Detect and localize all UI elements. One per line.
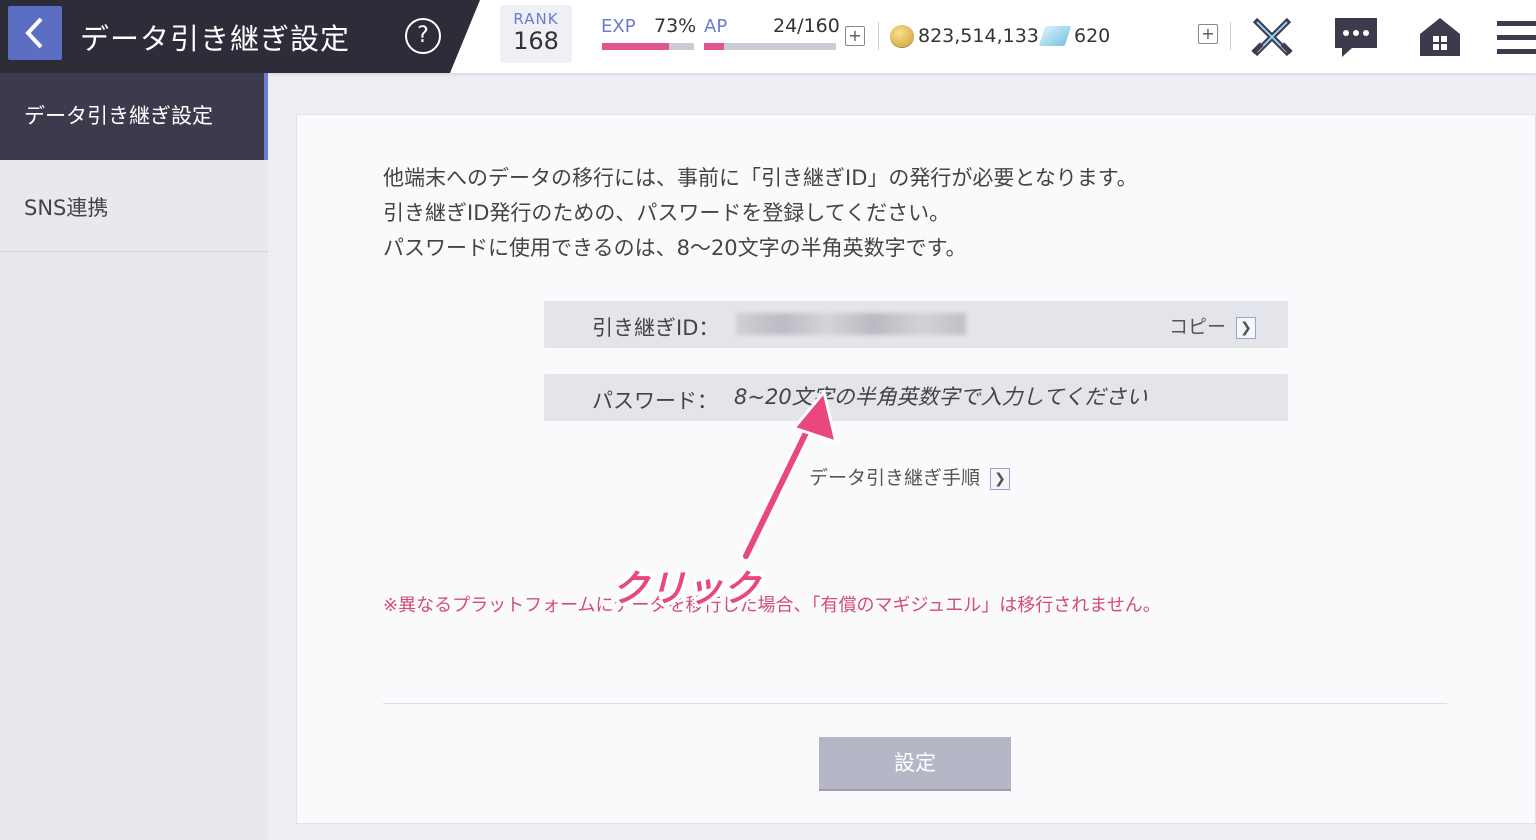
ap-label: AP	[704, 16, 728, 37]
page-title: データ引き継ぎ設定	[80, 22, 351, 56]
home-icon	[1420, 18, 1460, 56]
gem-count: 620	[1074, 25, 1111, 47]
gem-icon	[1038, 26, 1072, 46]
chevron-right-icon: ❯	[990, 467, 1011, 490]
divider	[383, 703, 1447, 704]
exp-bar-fill	[602, 43, 670, 50]
transfer-id-value-blurred	[736, 313, 966, 335]
chat-button[interactable]	[1331, 12, 1381, 62]
intro-line: 引き継ぎID発行のための、パスワードを登録してください。	[383, 201, 951, 225]
coin-icon	[890, 25, 914, 47]
help-button[interactable]: ?	[405, 18, 441, 54]
help-icon: ?	[417, 23, 429, 48]
transfer-id-label: 引き継ぎID：	[592, 316, 720, 340]
sidebar-item-data-transfer[interactable]: データ引き継ぎ設定	[0, 73, 268, 160]
transfer-id-row: 引き継ぎID： コピー ❯	[544, 301, 1288, 348]
submit-button[interactable]: 設定	[819, 737, 1011, 789]
chevron-right-icon: ❯	[1236, 316, 1256, 339]
exp-label: EXP	[601, 16, 636, 37]
coin-count: 823,514,133	[918, 25, 1039, 47]
intro-line: 他端末へのデータの移行には、事前に「引き継ぎID」の発行が必要となります。	[383, 166, 1138, 190]
intro-text: 他端末へのデータの移行には、事前に「引き継ぎID」の発行が必要となります。 引き…	[383, 161, 1138, 266]
back-icon	[25, 17, 43, 49]
divider	[1230, 22, 1231, 50]
sidebar-item-sns-link[interactable]: SNS連携	[0, 165, 268, 252]
ap-add-button[interactable]: +	[845, 26, 865, 46]
sidebar: データ引き継ぎ設定 SNS連携	[0, 73, 268, 840]
ap-bar	[704, 43, 836, 50]
annotation-arrow	[740, 388, 839, 562]
menu-button[interactable]	[1490, 12, 1536, 62]
rank-value: 168	[513, 27, 559, 55]
annotation-click-label: クリック	[612, 567, 760, 610]
main-panel: 他端末へのデータの移行には、事前に「引き継ぎID」の発行が必要となります。 引き…	[296, 114, 1536, 824]
ap-value: 24/160	[773, 15, 840, 37]
intro-line: パスワードに使用できるのは、8〜20文字の半角英数字です。	[383, 236, 967, 260]
back-button[interactable]	[8, 6, 62, 60]
exp-bar	[602, 43, 694, 50]
chat-icon	[1335, 18, 1377, 57]
password-row: パスワード：	[544, 374, 1288, 421]
copy-button[interactable]: コピー ❯	[1169, 312, 1256, 339]
home-button[interactable]	[1415, 12, 1465, 62]
warning-note: ※異なるプラットフォームにデータを移行した場合、「有償のマギジュエル」は移行され…	[383, 595, 1161, 616]
copy-label: コピー	[1168, 316, 1226, 338]
rank-label: RANK	[513, 10, 559, 28]
rank-badge: RANK 168	[500, 5, 572, 63]
top-bar: データ引き継ぎ設定 ? RANK 168 EXP 73% AP 24/160 +…	[0, 0, 1536, 73]
divider	[878, 22, 879, 50]
battle-button[interactable]	[1247, 12, 1297, 62]
menu-icon	[1497, 21, 1536, 54]
gem-add-button[interactable]: +	[1198, 24, 1218, 44]
swords-icon	[1251, 17, 1293, 57]
ap-bar-fill	[704, 43, 724, 50]
exp-value: 73%	[654, 15, 697, 37]
